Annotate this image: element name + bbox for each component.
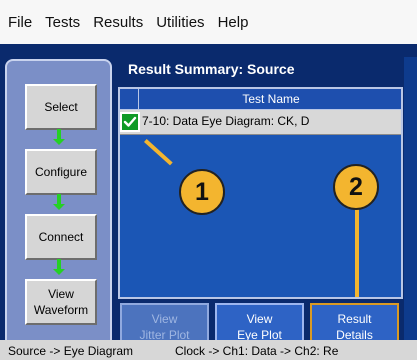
table-header: Test Name	[120, 89, 401, 110]
callout-2: 2	[333, 164, 379, 210]
view-waveform-button[interactable]: View Waveform	[25, 279, 97, 325]
configure-button[interactable]: Configure	[25, 149, 97, 195]
status-source: Source -> Eye Diagram	[8, 344, 134, 358]
page-title: Result Summary: Source	[128, 61, 295, 77]
test-name-cell: 7-10: Data Eye Diagram: CK, D	[142, 114, 310, 128]
column-header-test-name: Test Name	[242, 92, 300, 106]
status-bar: Source -> Eye Diagram Clock -> Ch1: Data…	[0, 340, 417, 360]
down-arrow-icon	[53, 129, 65, 145]
menu-file[interactable]: File	[8, 14, 32, 31]
down-arrow-icon	[53, 194, 65, 210]
select-button[interactable]: Select	[25, 84, 97, 130]
workflow-panel: Select Configure Connect View Waveform	[5, 59, 112, 354]
menu-help[interactable]: Help	[218, 14, 249, 31]
menu-results[interactable]: Results	[93, 14, 143, 31]
menu-utilities[interactable]: Utilities	[156, 14, 204, 31]
callout-leader-2	[355, 195, 359, 297]
table-row[interactable]: 7-10: Data Eye Diagram: CK, D	[120, 110, 401, 135]
menu-tests[interactable]: Tests	[45, 14, 80, 31]
checkbox-column-header	[120, 89, 139, 109]
menu-bar: File Tests Results Utilities Help	[0, 0, 417, 44]
connect-button[interactable]: Connect	[25, 214, 97, 260]
down-arrow-icon	[53, 259, 65, 275]
status-clock: Clock -> Ch1: Data -> Ch2: Re	[175, 344, 339, 358]
checkmark-icon[interactable]	[120, 112, 140, 132]
adjacent-panel-edge	[404, 57, 417, 340]
callout-1: 1	[179, 169, 225, 215]
